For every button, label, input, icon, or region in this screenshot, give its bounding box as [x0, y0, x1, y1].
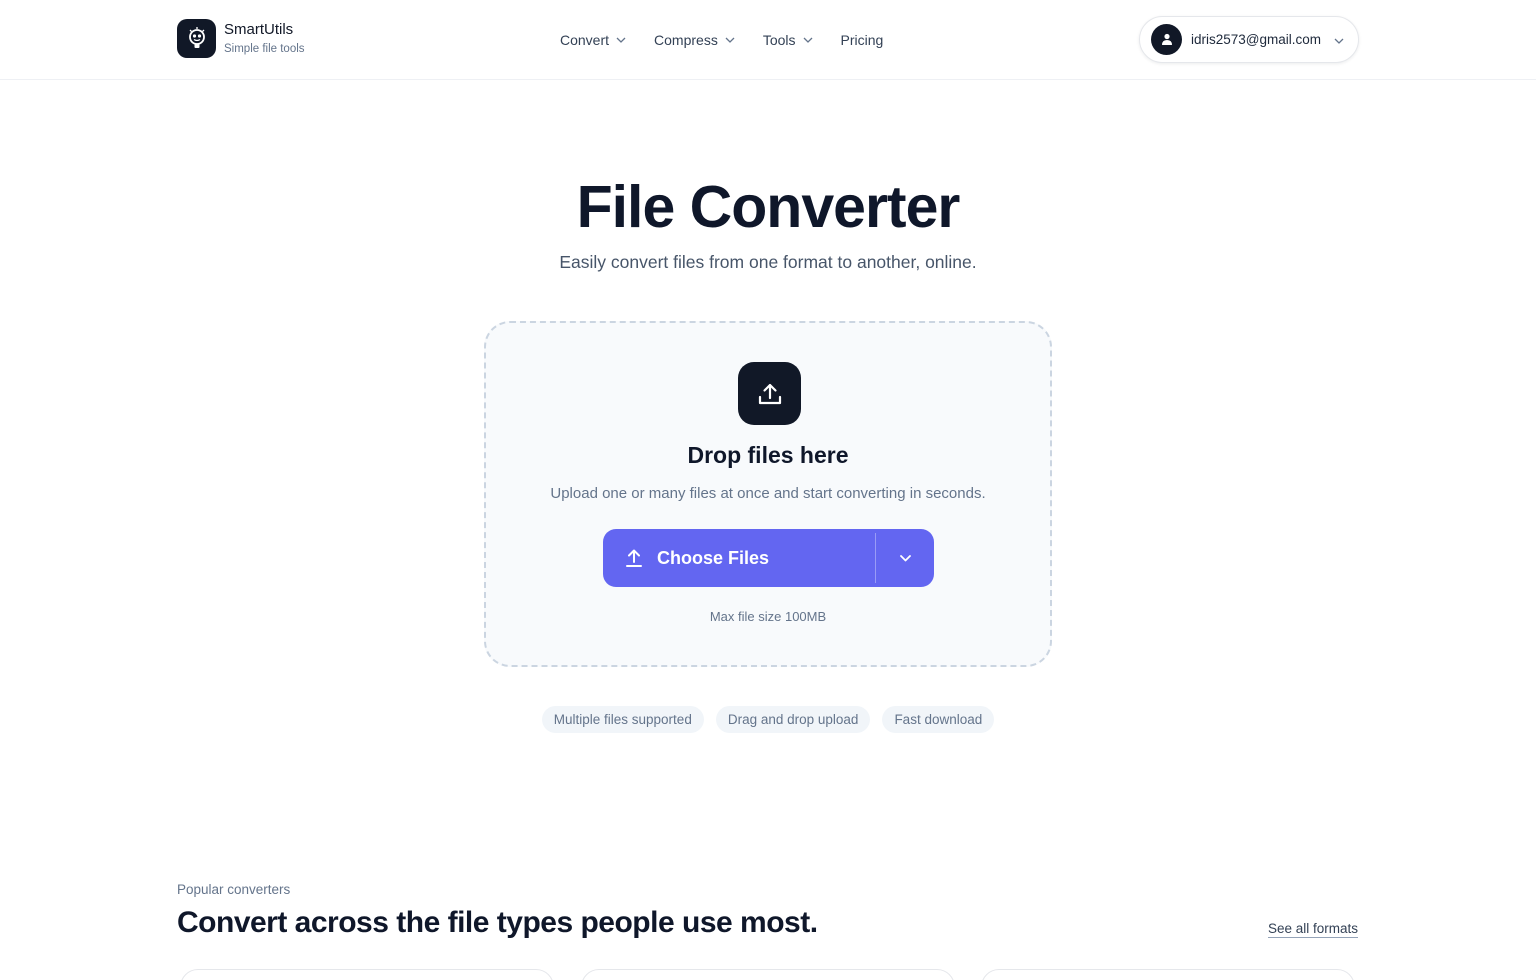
site-header: SmartUtils Simple file tools Convert Com… [0, 0, 1536, 80]
see-all-formats-link[interactable]: See all formats [1268, 921, 1359, 938]
chevron-down-icon [803, 35, 813, 45]
account-email: idris2573@gmail.com [1191, 32, 1322, 47]
feature-chips: Multiple files supported Drag and drop u… [0, 706, 1536, 733]
lightbulb-logo-icon [177, 19, 216, 58]
brand[interactable]: SmartUtils Simple file tools [177, 19, 305, 58]
chevron-down-icon [899, 549, 911, 567]
main-nav: Convert Compress Tools Pricing [560, 30, 883, 50]
user-icon [1151, 24, 1182, 55]
dropzone-title: Drop files here [687, 442, 849, 468]
nav-pricing[interactable]: Pricing [841, 30, 884, 50]
nav-tools-label: Tools [762, 32, 796, 48]
nav-convert-label: Convert [560, 32, 610, 48]
converter-card[interactable] [581, 969, 955, 980]
choose-source-dropdown[interactable] [876, 529, 934, 587]
choose-files-label: Choose Files [657, 547, 770, 568]
nav-tools[interactable]: Tools [763, 30, 813, 50]
file-dropzone[interactable]: Drop files here Upload one or many files… [484, 321, 1052, 667]
converter-card[interactable] [981, 969, 1355, 980]
nav-pricing-label: Pricing [840, 32, 884, 48]
chevron-down-icon [616, 35, 626, 45]
max-file-size-note: Max file size 100MB [709, 609, 827, 624]
nav-compress-label: Compress [654, 32, 718, 48]
feature-chip: Drag and drop upload [715, 706, 871, 733]
dropzone-subtitle: Upload one or many files at once and sta… [550, 485, 986, 502]
page-title: File Converter [576, 174, 961, 240]
choose-files-button[interactable]: Choose Files [603, 529, 875, 587]
account-menu-button[interactable]: idris2573@gmail.com [1139, 16, 1359, 63]
nav-convert[interactable]: Convert [560, 30, 626, 50]
nav-compress[interactable]: Compress [654, 30, 735, 50]
upload-icon [625, 548, 643, 568]
chevron-down-icon [1334, 31, 1344, 49]
chevron-down-icon [725, 35, 735, 45]
brand-tagline: Simple file tools [224, 42, 305, 55]
feature-chip: Fast download [882, 706, 995, 733]
converter-card[interactable] [180, 969, 554, 980]
feature-chip: Multiple files supported [541, 706, 704, 733]
brand-name: SmartUtils [224, 20, 294, 38]
section-kicker: Popular converters [177, 882, 291, 897]
choose-files-split-button: Choose Files [603, 529, 934, 587]
upload-icon [738, 362, 801, 425]
section-title: Convert across the file types people use… [177, 906, 818, 939]
page-subtitle: Easily convert files from one format to … [559, 252, 977, 272]
